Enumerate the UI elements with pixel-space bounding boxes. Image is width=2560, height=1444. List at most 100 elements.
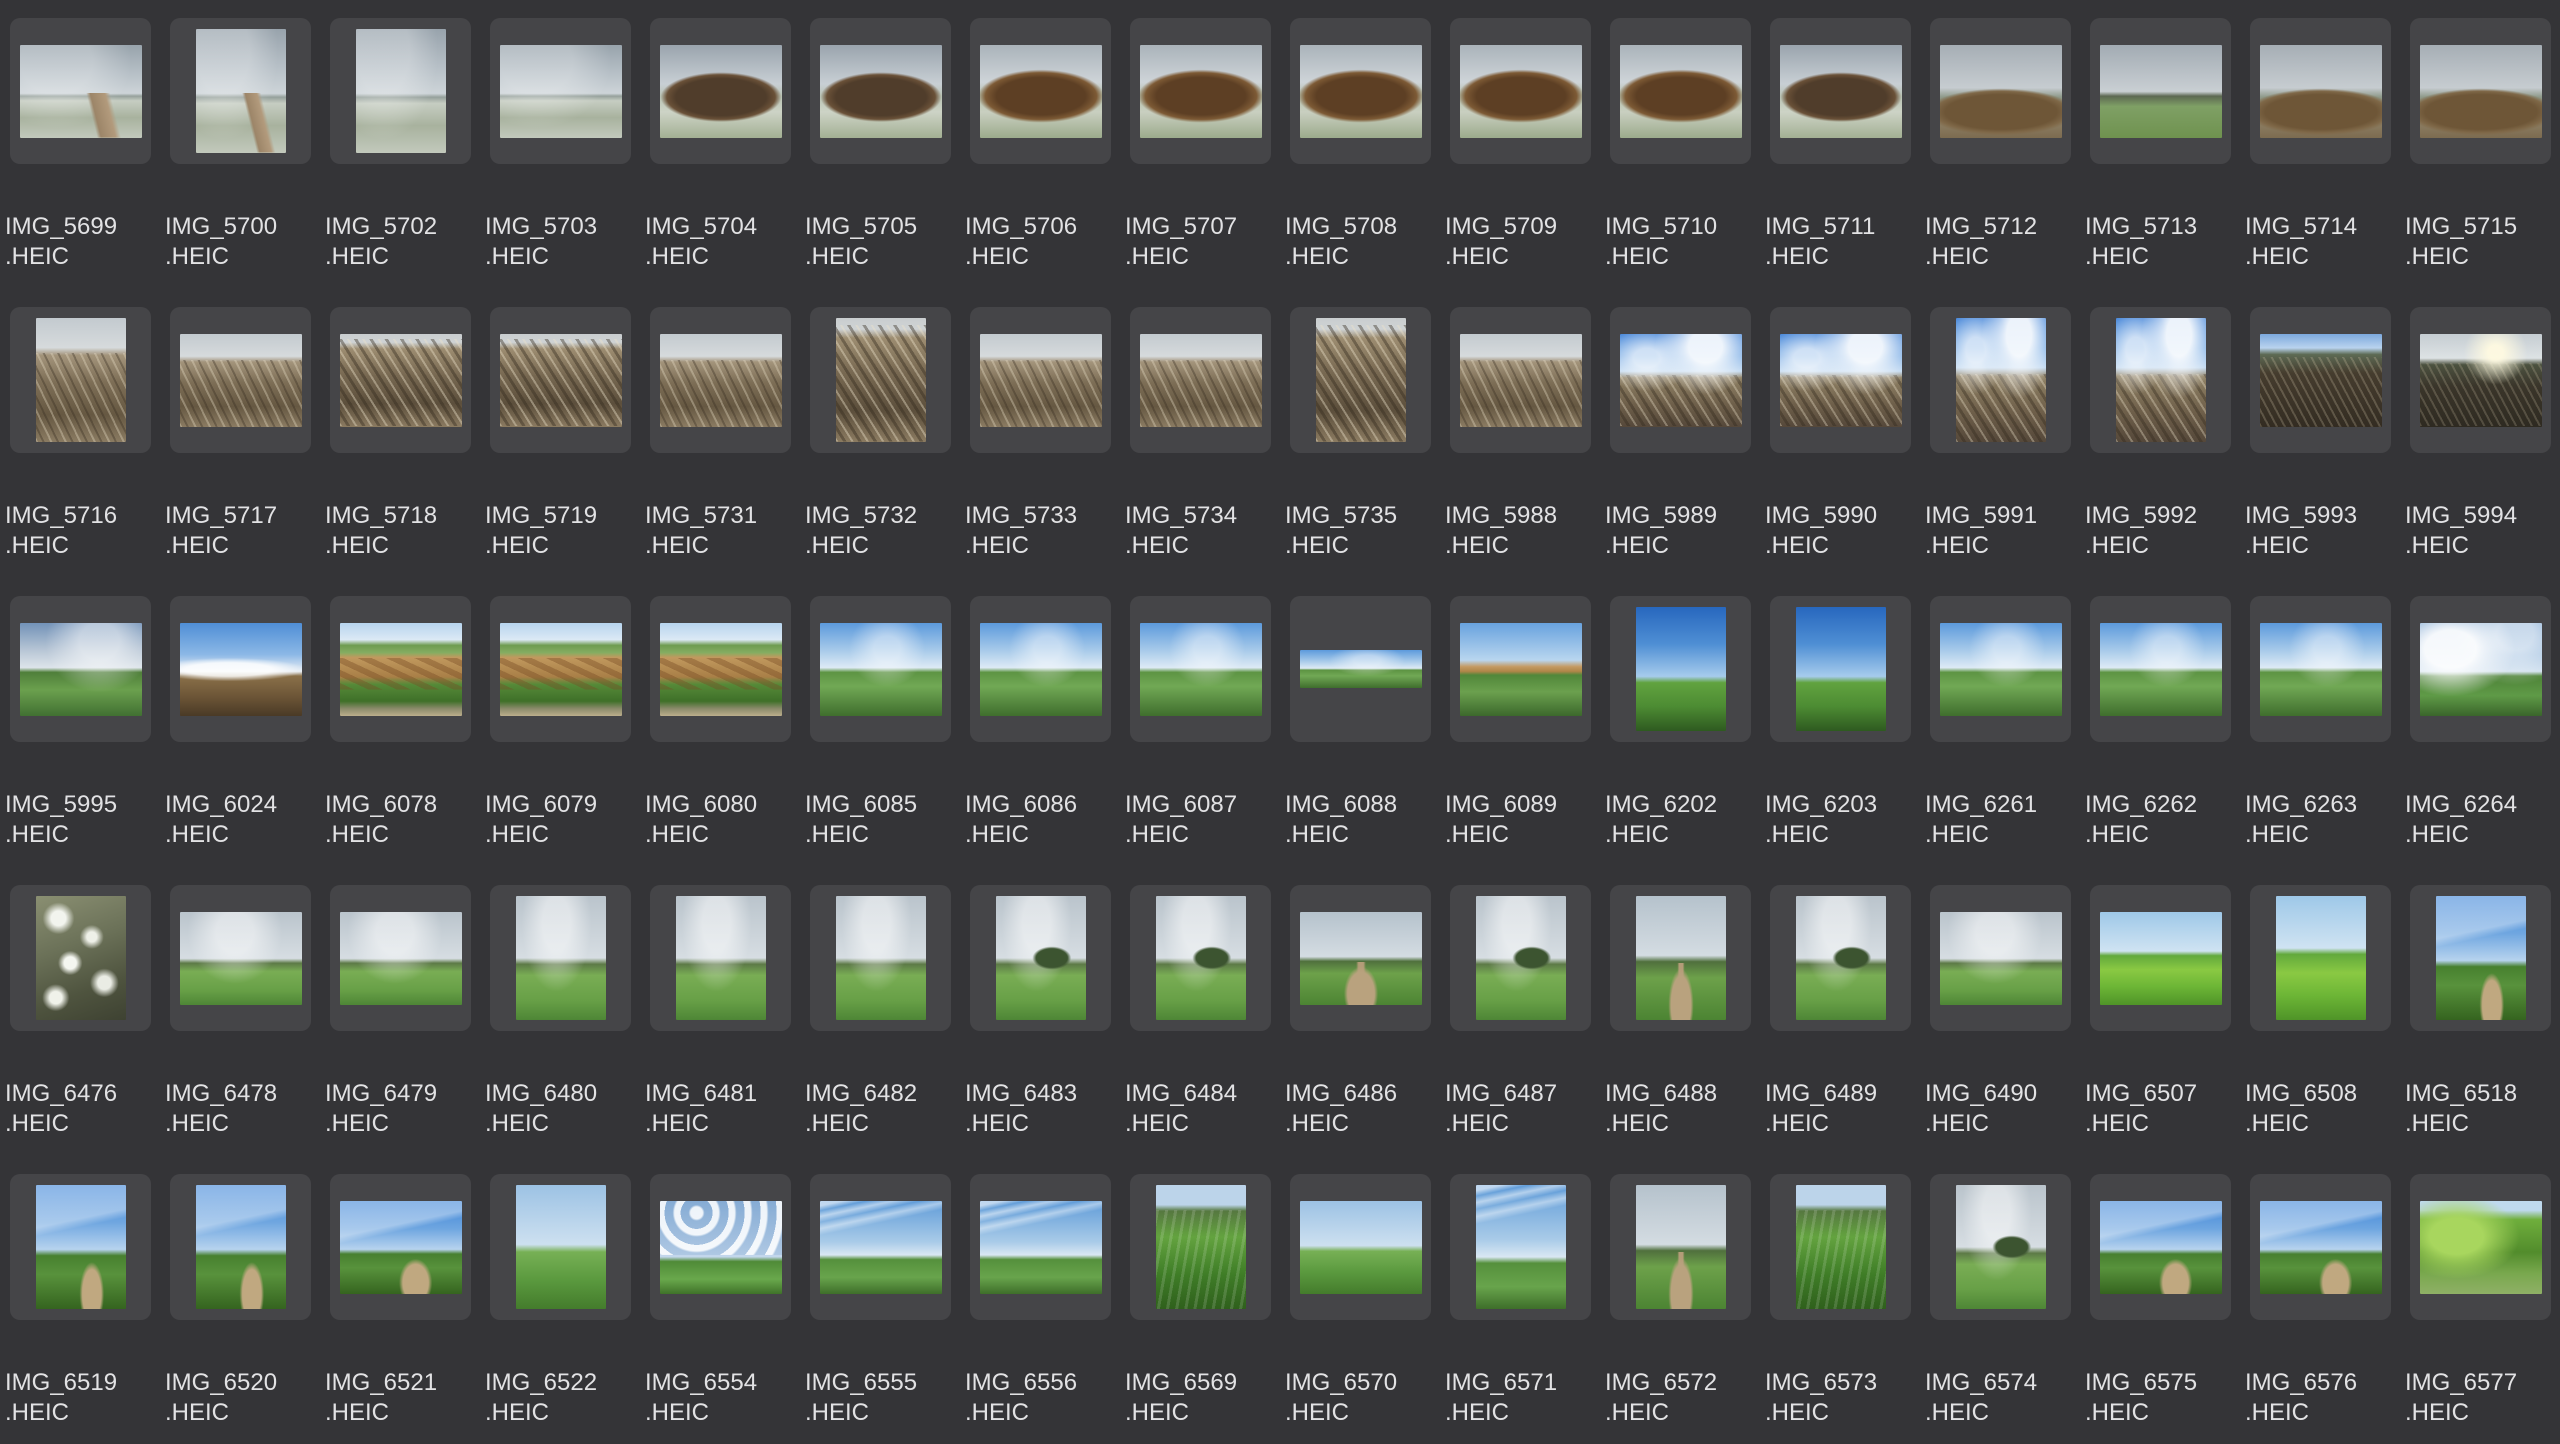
file-tile[interactable]: IMG_6519.HEIC [0, 1156, 160, 1444]
thumbnail-card[interactable] [2410, 307, 2551, 453]
thumbnail-card[interactable] [2410, 885, 2551, 1031]
thumbnail-card[interactable] [1770, 307, 1911, 453]
file-tile[interactable]: IMG_6264.HEIC [2400, 578, 2560, 867]
file-tile[interactable]: IMG_5715.HEIC [2400, 0, 2560, 289]
thumbnail-card[interactable] [330, 1174, 471, 1320]
file-tile[interactable]: IMG_6573.HEIC [1760, 1156, 1920, 1444]
thumbnail-card[interactable] [2090, 885, 2231, 1031]
file-tile[interactable]: IMG_5700.HEIC [160, 0, 320, 289]
thumbnail-card[interactable] [1930, 885, 2071, 1031]
file-tile[interactable]: IMG_6522.HEIC [480, 1156, 640, 1444]
thumbnail-card[interactable] [490, 1174, 631, 1320]
file-tile[interactable]: IMG_6488.HEIC [1600, 867, 1760, 1156]
file-tile[interactable]: IMG_6575.HEIC [2080, 1156, 2240, 1444]
thumbnail-card[interactable] [2410, 1174, 2551, 1320]
file-tile[interactable]: IMG_5708.HEIC [1280, 0, 1440, 289]
thumbnail-card[interactable] [970, 18, 1111, 164]
thumbnail-card[interactable] [810, 885, 951, 1031]
thumbnail-card[interactable] [2250, 885, 2391, 1031]
file-tile[interactable]: IMG_6078.HEIC [320, 578, 480, 867]
thumbnail-card[interactable] [1130, 18, 1271, 164]
thumbnail-card[interactable] [810, 307, 951, 453]
thumbnail-card[interactable] [170, 18, 311, 164]
file-tile[interactable]: IMG_6520.HEIC [160, 1156, 320, 1444]
file-tile[interactable]: IMG_5718.HEIC [320, 289, 480, 578]
file-tile[interactable]: IMG_6486.HEIC [1280, 867, 1440, 1156]
file-tile[interactable]: IMG_5712.HEIC [1920, 0, 2080, 289]
thumbnail-card[interactable] [970, 596, 1111, 742]
thumbnail-card[interactable] [810, 596, 951, 742]
file-tile[interactable]: IMG_5990.HEIC [1760, 289, 1920, 578]
file-tile[interactable]: IMG_6490.HEIC [1920, 867, 2080, 1156]
file-tile[interactable]: IMG_5705.HEIC [800, 0, 960, 289]
thumbnail-card[interactable] [2250, 1174, 2391, 1320]
file-tile[interactable]: IMG_6202.HEIC [1600, 578, 1760, 867]
thumbnail-card[interactable] [2090, 18, 2231, 164]
thumbnail-card[interactable] [10, 307, 151, 453]
thumbnail-card[interactable] [1610, 596, 1751, 742]
thumbnail-card[interactable] [330, 885, 471, 1031]
thumbnail-card[interactable] [1450, 1174, 1591, 1320]
file-tile[interactable]: IMG_5993.HEIC [2240, 289, 2400, 578]
file-tile[interactable]: IMG_5710.HEIC [1600, 0, 1760, 289]
thumbnail-card[interactable] [1770, 885, 1911, 1031]
file-tile[interactable]: IMG_6480.HEIC [480, 867, 640, 1156]
file-tile[interactable]: IMG_6481.HEIC [640, 867, 800, 1156]
file-tile[interactable]: IMG_6086.HEIC [960, 578, 1120, 867]
thumbnail-card[interactable] [650, 18, 791, 164]
thumbnail-card[interactable] [1610, 18, 1751, 164]
file-tile[interactable]: IMG_5991.HEIC [1920, 289, 2080, 578]
thumbnail-card[interactable] [970, 307, 1111, 453]
file-tile[interactable]: IMG_6085.HEIC [800, 578, 960, 867]
file-tile[interactable]: IMG_5719.HEIC [480, 289, 640, 578]
file-tile[interactable]: IMG_6483.HEIC [960, 867, 1120, 1156]
file-tile[interactable]: IMG_6079.HEIC [480, 578, 640, 867]
file-tile[interactable]: IMG_6489.HEIC [1760, 867, 1920, 1156]
thumbnail-card[interactable] [650, 307, 791, 453]
file-tile[interactable]: IMG_6576.HEIC [2240, 1156, 2400, 1444]
thumbnail-card[interactable] [1450, 307, 1591, 453]
file-tile[interactable]: IMG_6089.HEIC [1440, 578, 1600, 867]
thumbnail-card[interactable] [330, 307, 471, 453]
file-tile[interactable]: IMG_6482.HEIC [800, 867, 960, 1156]
thumbnail-card[interactable] [2410, 596, 2551, 742]
thumbnail-card[interactable] [1930, 1174, 2071, 1320]
thumbnail-card[interactable] [1610, 885, 1751, 1031]
thumbnail-card[interactable] [330, 18, 471, 164]
file-tile[interactable]: IMG_6088.HEIC [1280, 578, 1440, 867]
file-tile[interactable]: IMG_5707.HEIC [1120, 0, 1280, 289]
file-tile[interactable]: IMG_5717.HEIC [160, 289, 320, 578]
thumbnail-card[interactable] [1930, 18, 2071, 164]
file-tile[interactable]: IMG_6572.HEIC [1600, 1156, 1760, 1444]
file-tile[interactable]: IMG_5989.HEIC [1600, 289, 1760, 578]
thumbnail-card[interactable] [1290, 1174, 1431, 1320]
thumbnail-card[interactable] [170, 307, 311, 453]
thumbnail-card[interactable] [1290, 18, 1431, 164]
file-tile[interactable]: IMG_5714.HEIC [2240, 0, 2400, 289]
file-tile[interactable]: IMG_6087.HEIC [1120, 578, 1280, 867]
thumbnail-card[interactable] [650, 596, 791, 742]
thumbnail-card[interactable] [1130, 596, 1271, 742]
file-tile[interactable]: IMG_6577.HEIC [2400, 1156, 2560, 1444]
thumbnail-card[interactable] [1770, 18, 1911, 164]
file-tile[interactable]: IMG_6024.HEIC [160, 578, 320, 867]
thumbnail-card[interactable] [10, 18, 151, 164]
file-tile[interactable]: IMG_5713.HEIC [2080, 0, 2240, 289]
file-tile[interactable]: IMG_6508.HEIC [2240, 867, 2400, 1156]
file-tile[interactable]: IMG_6203.HEIC [1760, 578, 1920, 867]
file-tile[interactable]: IMG_6554.HEIC [640, 1156, 800, 1444]
file-tile[interactable]: IMG_5709.HEIC [1440, 0, 1600, 289]
thumbnail-card[interactable] [490, 18, 631, 164]
thumbnail-card[interactable] [1130, 307, 1271, 453]
thumbnail-card[interactable] [1290, 307, 1431, 453]
thumbnail-card[interactable] [1450, 596, 1591, 742]
file-tile[interactable]: IMG_5994.HEIC [2400, 289, 2560, 578]
file-tile[interactable]: IMG_5732.HEIC [800, 289, 960, 578]
thumbnail-card[interactable] [970, 1174, 1111, 1320]
thumbnail-card[interactable] [2250, 18, 2391, 164]
file-tile[interactable]: IMG_6555.HEIC [800, 1156, 960, 1444]
file-tile[interactable]: IMG_6476.HEIC [0, 867, 160, 1156]
file-tile[interactable]: IMG_6570.HEIC [1280, 1156, 1440, 1444]
file-tile[interactable]: IMG_6571.HEIC [1440, 1156, 1600, 1444]
file-tile[interactable]: IMG_5702.HEIC [320, 0, 480, 289]
